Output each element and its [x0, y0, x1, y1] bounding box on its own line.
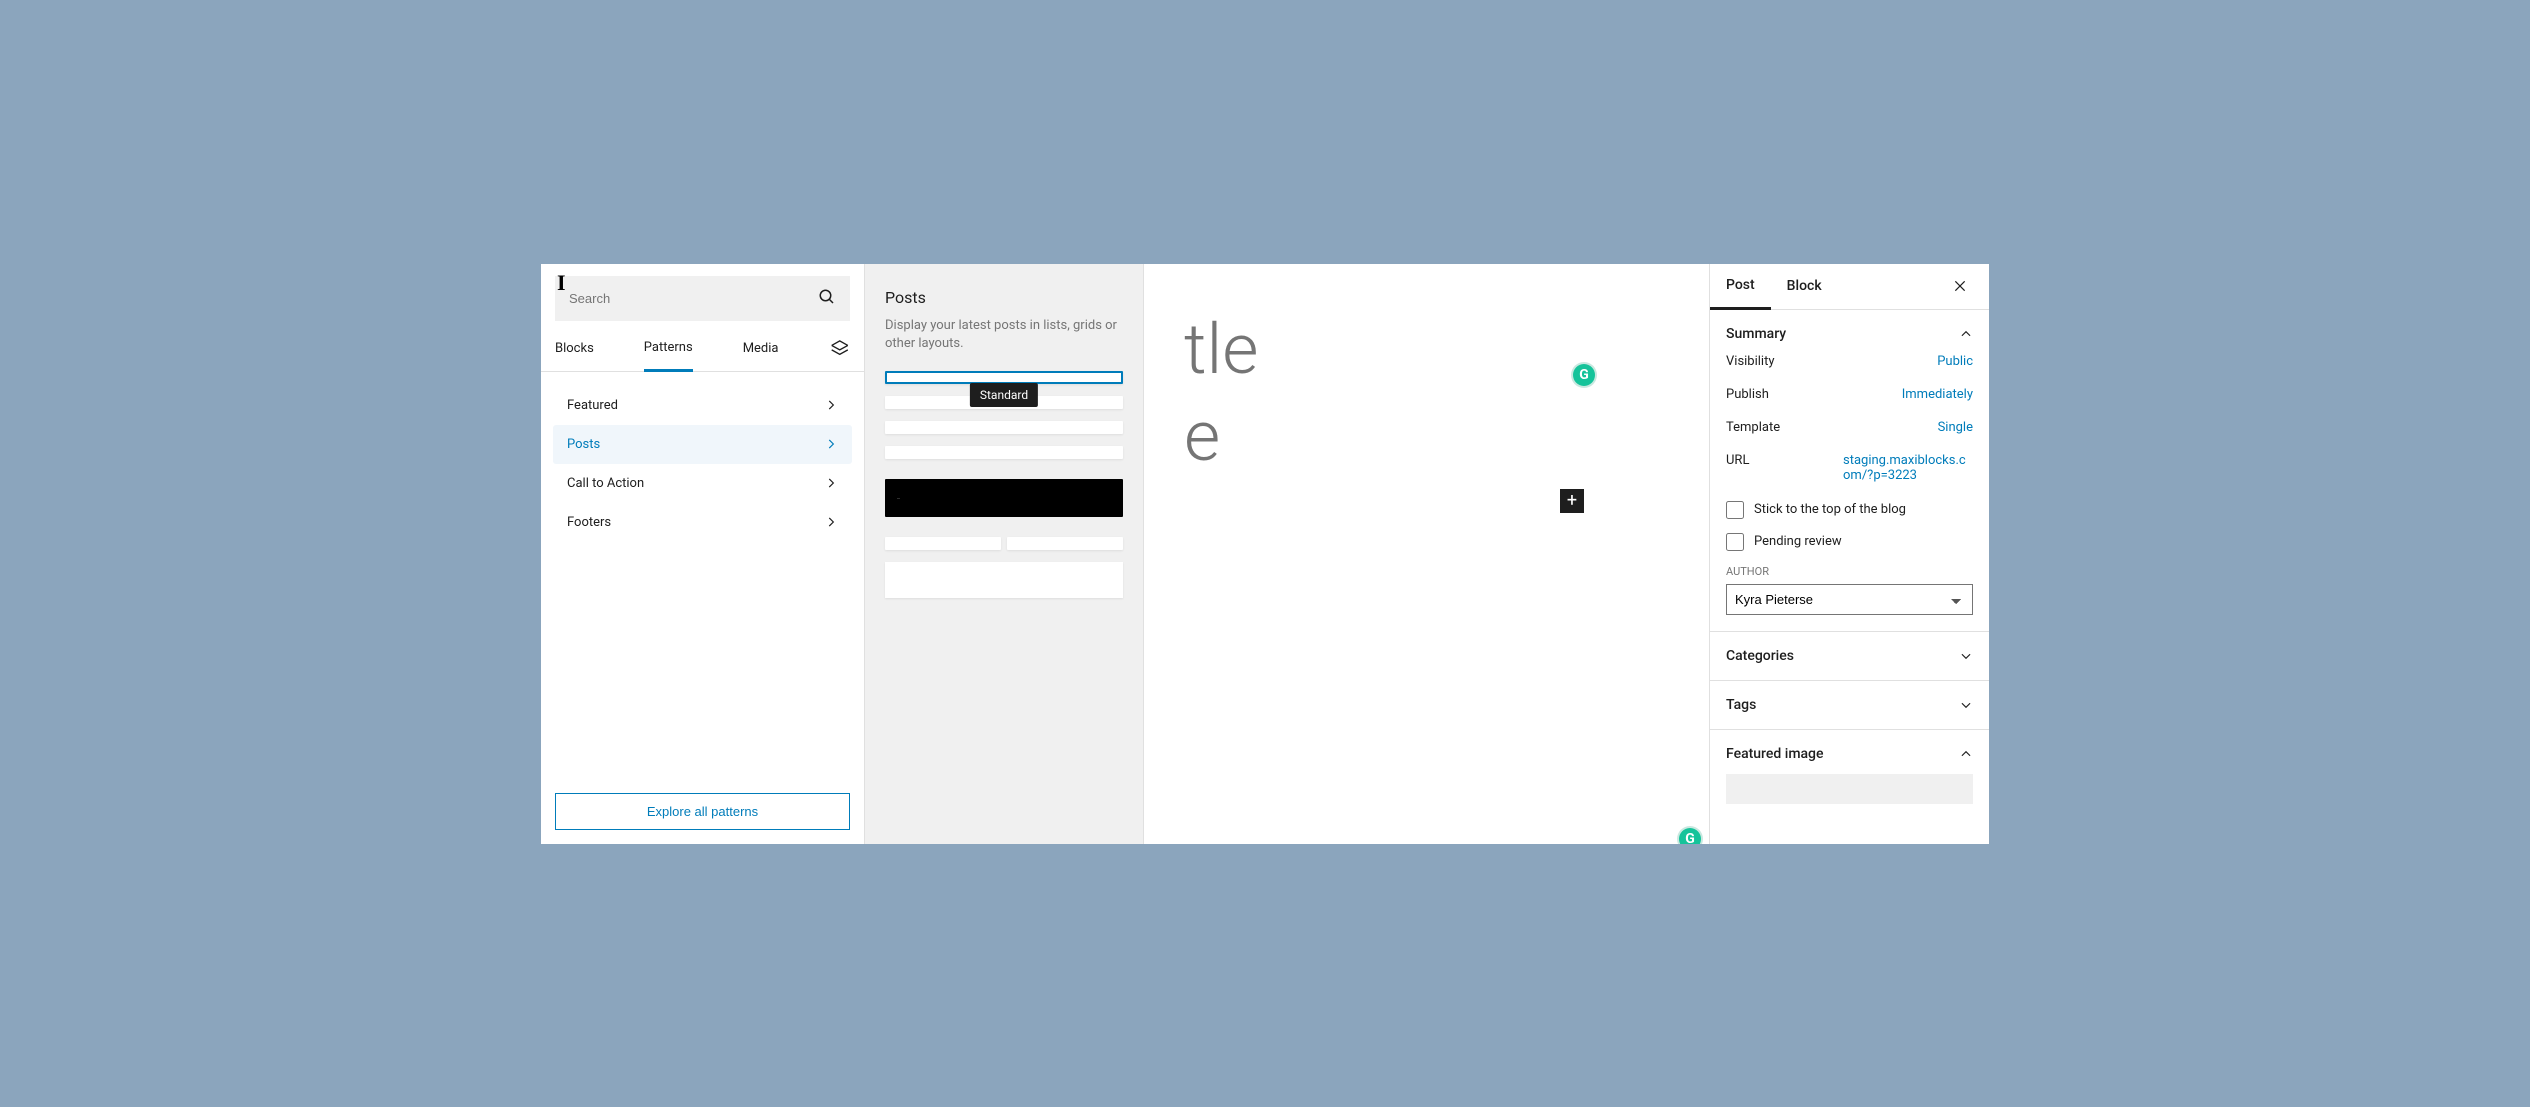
close-icon: [1953, 279, 1967, 293]
summary-value-template[interactable]: Single: [1938, 420, 1973, 435]
preview-row: [1007, 537, 1123, 550]
panel-title: Categories: [1726, 648, 1794, 664]
text-cursor-icon: I: [557, 270, 566, 296]
pending-label: Pending review: [1754, 534, 1842, 549]
summary-visibility: Visibility Public: [1726, 354, 1973, 369]
summary-label: Visibility: [1726, 354, 1775, 369]
pattern-categories: Featured Posts Call to Action Footers: [541, 372, 864, 779]
summary-label: Template: [1726, 420, 1780, 435]
summary-publish: Publish Immediately: [1726, 387, 1973, 402]
category-label: Posts: [567, 437, 600, 452]
panel-body: Visibility Public Publish Immediately Te…: [1726, 354, 1973, 615]
summary-url: URL staging.maxiblocks.com/?p=3223: [1726, 453, 1973, 483]
panel-title: Featured image: [1726, 746, 1824, 762]
explore-patterns-button[interactable]: Explore all patterns: [555, 793, 850, 830]
post-title-fragment[interactable]: tle: [1184, 312, 1669, 389]
search-input[interactable]: [555, 276, 850, 321]
chevron-up-icon: [1959, 327, 1973, 341]
preview-row: [885, 537, 1001, 550]
panel-featured-image: Featured image: [1710, 730, 1989, 820]
tab-media[interactable]: Media: [743, 327, 779, 370]
panel-summary: Summary Visibility Public Publish Immedi…: [1710, 310, 1989, 632]
panel-summary-toggle[interactable]: Summary: [1726, 326, 1973, 342]
explore-container: Explore all patterns: [541, 779, 864, 844]
summary-value-publish[interactable]: Immediately: [1902, 387, 1973, 402]
preview-title: Posts: [885, 288, 1123, 307]
panel-tags: Tags: [1710, 681, 1989, 730]
featured-image-placeholder[interactable]: [1726, 774, 1973, 804]
category-label: Featured: [567, 398, 618, 413]
post-title-fragment-2[interactable]: e: [1184, 399, 1669, 476]
summary-template: Template Single: [1726, 420, 1973, 435]
settings-sidebar: Post Block Summary Visibility Public Pub…: [1709, 264, 1989, 844]
pending-checkbox-row[interactable]: Pending review: [1726, 533, 1973, 551]
category-posts[interactable]: Posts: [553, 425, 852, 464]
search-container: I: [541, 264, 864, 321]
tab-patterns[interactable]: Patterns: [644, 326, 693, 372]
stick-checkbox[interactable]: [1726, 501, 1744, 519]
chevron-down-icon: [1959, 649, 1973, 663]
preview-row: [885, 421, 1123, 434]
editor-window: I Blocks Patterns Media Featured Posts C…: [541, 264, 1989, 844]
category-featured[interactable]: Featured: [553, 386, 852, 425]
panel-categories-toggle[interactable]: Categories: [1726, 648, 1973, 664]
pattern-thumbnail-dark[interactable]: ...: [885, 479, 1123, 517]
preview-description: Display your latest posts in lists, grid…: [885, 317, 1123, 353]
pattern-thumbnail-footer[interactable]: [885, 562, 1123, 598]
preview-row: [885, 446, 1123, 459]
panel-title: Tags: [1726, 697, 1756, 713]
chevron-right-icon: [824, 437, 838, 451]
panel-tags-toggle[interactable]: Tags: [1726, 697, 1973, 713]
tab-block[interactable]: Block: [1771, 264, 1838, 308]
tab-post[interactable]: Post: [1710, 264, 1771, 311]
pattern-thumbnail-double[interactable]: [885, 537, 1123, 550]
close-sidebar-button[interactable]: [1953, 279, 1983, 293]
chevron-right-icon: [824, 515, 838, 529]
summary-label: Publish: [1726, 387, 1769, 402]
chevron-right-icon: [824, 476, 838, 490]
pattern-preview-column: Posts Display your latest posts in lists…: [865, 264, 1144, 844]
settings-tabs: Post Block: [1710, 264, 1989, 310]
stick-label: Stick to the top of the blog: [1754, 502, 1906, 517]
summary-value-url[interactable]: staging.maxiblocks.com/?p=3223: [1843, 453, 1973, 483]
tab-blocks[interactable]: Blocks: [555, 327, 594, 370]
category-label: Call to Action: [567, 476, 644, 491]
chevron-down-icon: [1959, 698, 1973, 712]
pending-checkbox[interactable]: [1726, 533, 1744, 551]
stick-checkbox-row[interactable]: Stick to the top of the blog: [1726, 501, 1973, 519]
grammarly-icon[interactable]: G: [1573, 364, 1595, 386]
pattern-tooltip: Standard: [970, 383, 1038, 407]
pattern-explorer-icon[interactable]: [829, 338, 851, 360]
category-label: Footers: [567, 515, 611, 530]
summary-label: URL: [1726, 453, 1749, 468]
pattern-thumbnail-standard[interactable]: Standard: [885, 371, 1123, 459]
inserter-sidebar: I Blocks Patterns Media Featured Posts C…: [541, 264, 865, 844]
editor-canvas[interactable]: tle e G + G: [1144, 264, 1709, 844]
summary-value-visibility[interactable]: Public: [1937, 354, 1973, 369]
add-block-button[interactable]: +: [1560, 489, 1584, 513]
panel-categories: Categories: [1710, 632, 1989, 681]
panel-featured-image-toggle[interactable]: Featured image: [1726, 746, 1973, 762]
preview-dark-text: ...: [897, 495, 900, 500]
search-icon: [818, 288, 836, 306]
chevron-right-icon: [824, 398, 838, 412]
author-select[interactable]: Kyra Pieterse: [1726, 584, 1973, 615]
panel-title: Summary: [1726, 326, 1786, 342]
chevron-up-icon: [1959, 747, 1973, 761]
inserter-tabs: Blocks Patterns Media: [541, 327, 864, 372]
author-label: AUTHOR: [1726, 565, 1973, 578]
category-call-to-action[interactable]: Call to Action: [553, 464, 852, 503]
grammarly-icon[interactable]: G: [1679, 828, 1701, 844]
category-footers[interactable]: Footers: [553, 503, 852, 542]
